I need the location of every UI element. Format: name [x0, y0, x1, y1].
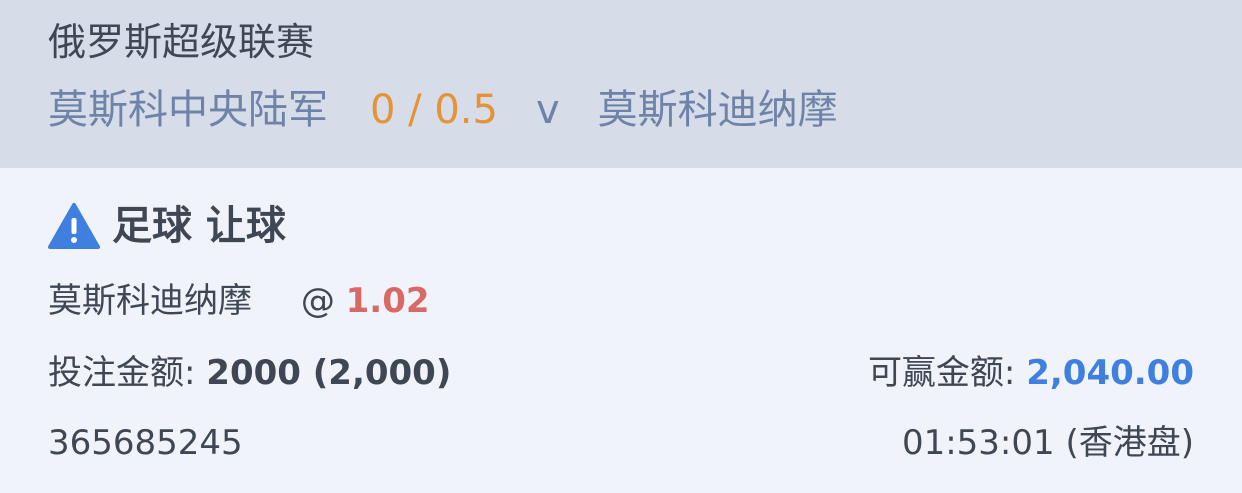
- bet-type-label: 足球 让球: [112, 203, 286, 249]
- bet-time: 01:53:01 (香港盘): [901, 423, 1194, 463]
- bet-details: 足球 让球 莫斯科迪纳摩 @ 1.02 投注金额: 2000 (2,000) 可…: [0, 168, 1242, 466]
- selection-row: 莫斯科迪纳摩 @ 1.02: [48, 278, 1194, 324]
- win-label: 可赢金额:: [867, 353, 1016, 393]
- amount-row: 投注金额: 2000 (2,000) 可赢金额: 2,040.00: [48, 350, 1194, 396]
- warning-triangle-icon: [48, 203, 100, 249]
- stake-value: 2000 (2,000): [206, 353, 452, 393]
- win-value: 2,040.00: [1026, 353, 1194, 393]
- odds-value: 1.02: [345, 281, 430, 321]
- meta-row: 365685245 01:53:01 (香港盘): [48, 420, 1194, 466]
- matchup: 莫斯科中央陆军 0 / 0.5 v 莫斯科迪纳摩: [48, 84, 1194, 136]
- versus-label: v: [535, 87, 560, 133]
- away-team: 莫斯科迪纳摩: [597, 87, 838, 133]
- home-team: 莫斯科中央陆军: [48, 87, 328, 133]
- league-name: 俄罗斯超级联赛: [48, 20, 315, 64]
- selection-team: 莫斯科迪纳摩: [48, 281, 252, 321]
- match-header: 俄罗斯超级联赛 莫斯科中央陆军 0 / 0.5 v 莫斯科迪纳摩: [0, 0, 1242, 168]
- handicap-line: 0 / 0.5: [370, 87, 498, 133]
- ticket-id: 365685245: [48, 423, 243, 463]
- stake-label: 投注金额:: [48, 353, 196, 393]
- at-symbol: @: [300, 281, 335, 321]
- bet-type-heading: 足球 让球: [48, 196, 1194, 256]
